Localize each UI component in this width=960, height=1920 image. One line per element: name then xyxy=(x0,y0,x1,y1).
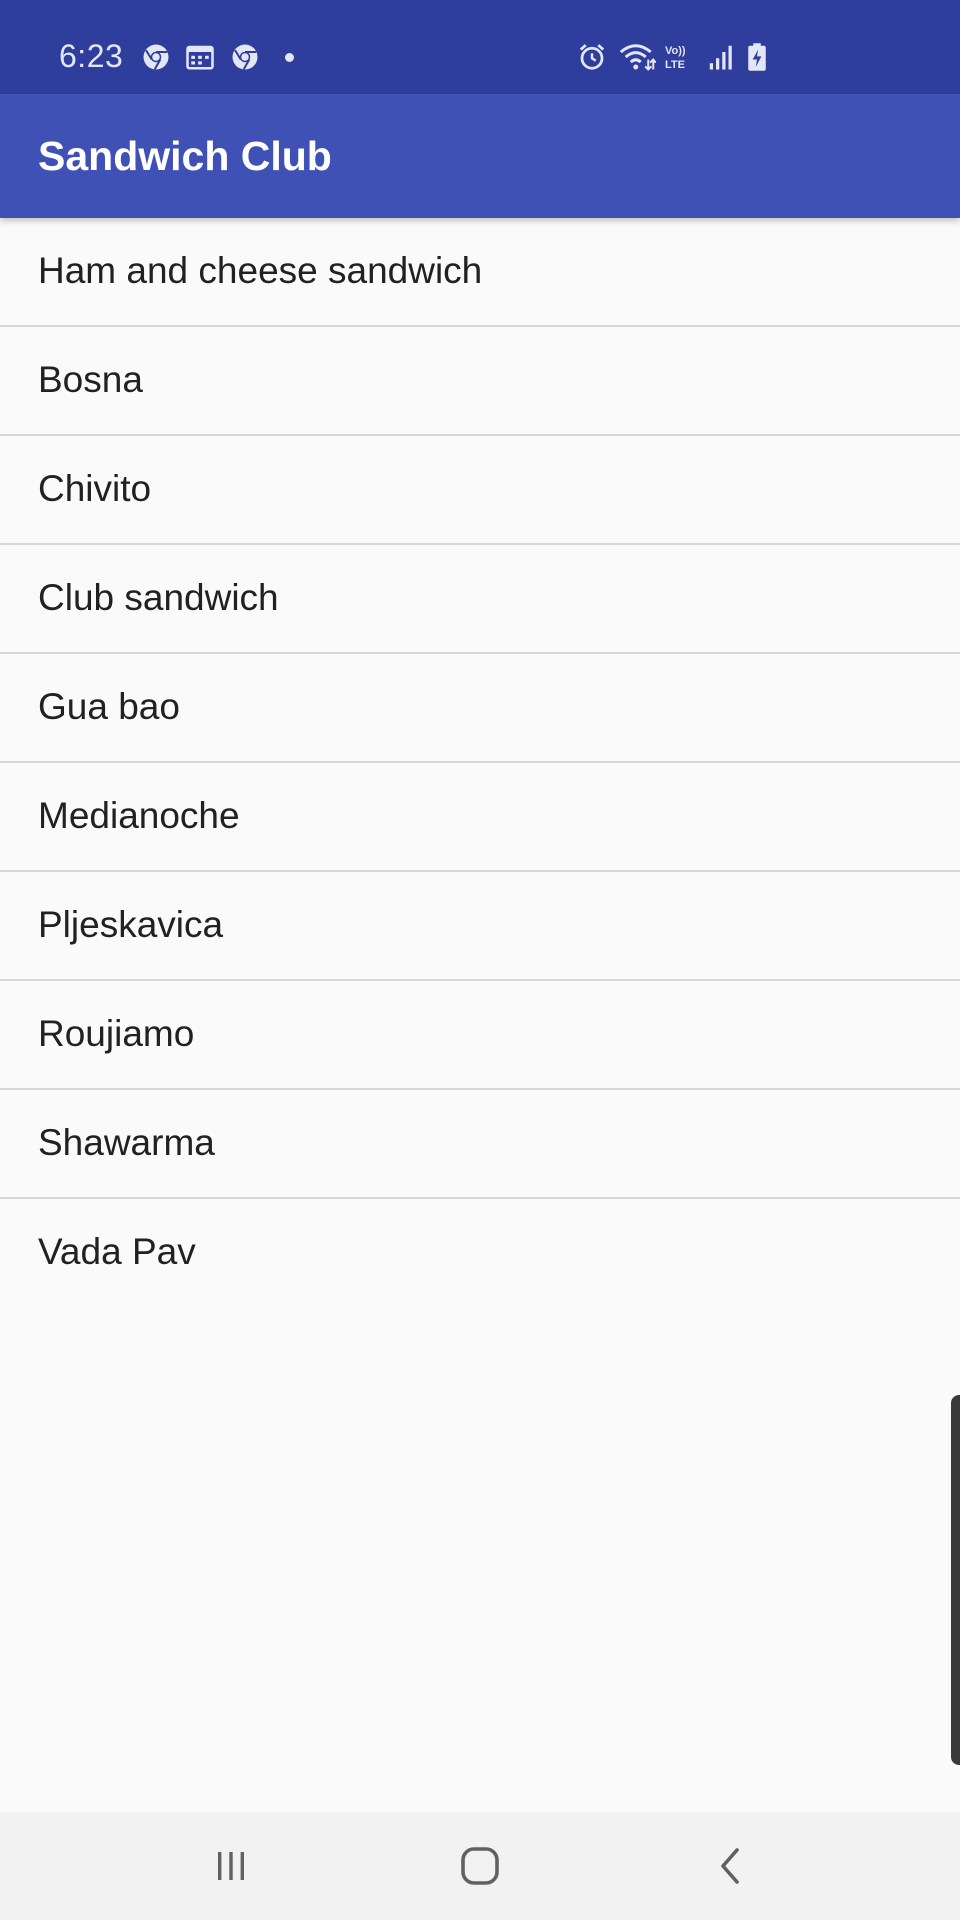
list-item-label: Gua bao xyxy=(38,686,180,727)
edge-panel-handle[interactable] xyxy=(951,1395,960,1765)
back-icon xyxy=(721,1848,739,1884)
calendar-icon xyxy=(185,42,215,72)
svg-text:LTE: LTE xyxy=(665,59,685,71)
chrome-icon xyxy=(230,42,260,72)
list-item-label: Ham and cheese sandwich xyxy=(38,250,483,291)
list-item-label: Medianoche xyxy=(38,795,240,836)
back-button[interactable] xyxy=(691,1826,771,1906)
list-item-label: Pljeskavica xyxy=(38,904,224,945)
list-item-label: Roujiamo xyxy=(38,1013,195,1054)
wifi-icon xyxy=(618,42,656,72)
list-item[interactable]: Bosna xyxy=(0,327,960,436)
app-bar: Sandwich Club xyxy=(0,94,960,218)
list-item[interactable]: Pljeskavica xyxy=(0,872,960,981)
list-item[interactable]: Club sandwich xyxy=(0,545,960,654)
svg-text:Vo)): Vo)) xyxy=(665,45,686,57)
battery-charging-icon xyxy=(745,42,769,72)
home-button[interactable] xyxy=(440,1826,520,1906)
chrome-icon xyxy=(141,42,171,72)
list-item[interactable]: Roujiamo xyxy=(0,981,960,1090)
list-item-label: Club sandwich xyxy=(38,577,279,618)
list-item-label: Vada Pav xyxy=(38,1231,196,1272)
signal-icon xyxy=(706,42,736,72)
screen: 6:23 Vo)) LTE Sandwich Club Ham and chee… xyxy=(0,0,960,1920)
status-bar: 6:23 Vo)) LTE xyxy=(0,0,960,94)
list-item-label: Bosna xyxy=(38,359,143,400)
list-item-label: Shawarma xyxy=(38,1122,215,1163)
home-icon xyxy=(461,1847,499,1885)
navigation-bar xyxy=(0,1812,960,1920)
alarm-icon xyxy=(577,42,607,72)
list-item[interactable]: Vada Pav xyxy=(0,1199,960,1306)
status-time: 6:23 xyxy=(59,38,124,74)
volte-icon: Vo)) LTE xyxy=(664,42,694,72)
app-title: Sandwich Club xyxy=(38,133,332,179)
list-item[interactable]: Ham and cheese sandwich xyxy=(0,218,960,327)
list-item[interactable]: Gua bao xyxy=(0,654,960,763)
list-item[interactable]: Chivito xyxy=(0,436,960,545)
recents-button[interactable] xyxy=(191,1826,271,1906)
recents-icon xyxy=(218,1852,244,1880)
notification-dot-icon xyxy=(285,53,294,62)
list-item[interactable]: Shawarma xyxy=(0,1090,960,1199)
list-item-label: Chivito xyxy=(38,468,152,509)
list-item[interactable]: Medianoche xyxy=(0,763,960,872)
sandwich-list: Ham and cheese sandwich Bosna Chivito Cl… xyxy=(0,218,960,1306)
